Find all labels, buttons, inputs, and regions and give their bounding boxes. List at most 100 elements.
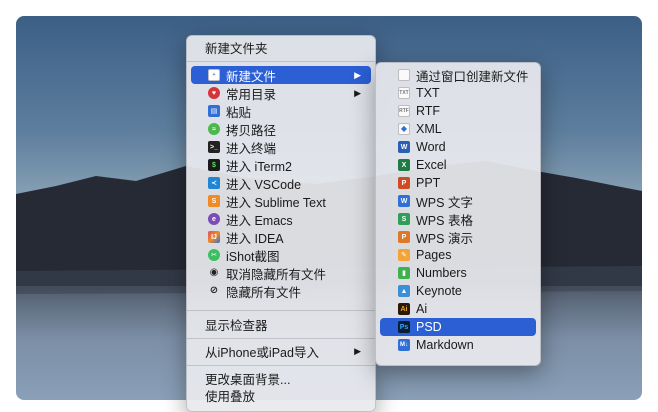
menu-item-new-folder[interactable]: 新建文件夹 (191, 38, 371, 56)
menu-item-unhide-files[interactable]: ◉ 取消隐藏所有文件 (191, 264, 371, 282)
menu-item-label: 隐藏所有文件 (226, 285, 302, 300)
menu-item-label: 进入 iTerm2 (226, 159, 292, 174)
submenu-item-label: Pages (416, 248, 452, 262)
heart-icon: ♥ (208, 87, 220, 99)
submenu-item-label: PPT (416, 176, 441, 190)
submenu-item-psd[interactable]: Ps PSD (380, 318, 536, 336)
submenu-item-label: Ai (416, 302, 428, 316)
submenu-item-ai[interactable]: Ai Ai (380, 300, 536, 318)
vscode-icon: ≺ (208, 177, 220, 189)
menu-item-label: 拷贝路径 (226, 123, 277, 138)
menu-item-change-wallpaper[interactable]: 更改桌面背景... (191, 369, 371, 387)
menu-item-copy-path[interactable]: ≈ 拷贝路径 (191, 120, 371, 138)
menu-item-sublime[interactable]: S 进入 Sublime Text (191, 192, 371, 210)
submenu-item-wps-sheet[interactable]: S WPS 表格 (380, 210, 536, 228)
wps-present-icon: P (398, 231, 410, 243)
new-file-submenu: 通过窗口创建新文件 TXT TXT RTF RTF ◆ XML W Word X… (375, 62, 541, 366)
submenu-item-new-via-window[interactable]: 通过窗口创建新文件 (380, 66, 536, 84)
menu-item-favorites[interactable]: ♥ 常用目录 ▶ (191, 84, 371, 102)
pages-icon: ✎ (398, 249, 410, 261)
paste-icon: ▤ (208, 105, 220, 117)
menu-item-label: 常用目录 (226, 87, 277, 102)
keynote-icon: ▲ (398, 285, 410, 297)
eye-slash-icon: ⊘ (209, 285, 219, 296)
submenu-item-txt[interactable]: TXT TXT (380, 84, 536, 102)
submenu-item-excel[interactable]: X Excel (380, 156, 536, 174)
chevron-right-icon: ▶ (354, 87, 361, 98)
submenu-item-word[interactable]: W Word (380, 138, 536, 156)
menu-item-label: 进入 Emacs (226, 213, 293, 228)
menu-item-hide-files[interactable]: ⊘ 隐藏所有文件 (191, 282, 371, 300)
excel-icon: X (398, 159, 410, 171)
submenu-item-label: Numbers (416, 266, 467, 280)
emacs-icon: e (208, 213, 220, 225)
idea-icon: IJ (208, 231, 220, 243)
menu-item-label: 新建文件 (226, 69, 277, 84)
blank-doc-icon (398, 69, 410, 81)
menu-item-terminal[interactable]: >_ 进入终端 (191, 138, 371, 156)
word-icon: W (398, 141, 410, 153)
submenu-item-markdown[interactable]: M↓ Markdown (380, 336, 536, 354)
context-menu: 新建文件夹 + 新建文件 ▶ ♥ 常用目录 ▶ ▤ 粘贴 ≈ 拷贝路径 >_ 进… (186, 35, 376, 412)
submenu-item-label: Excel (416, 158, 447, 172)
sublime-icon: S (208, 195, 220, 207)
menu-item-idea[interactable]: IJ 进入 IDEA (191, 228, 371, 246)
new-file-icon: + (208, 69, 220, 81)
menu-separator (187, 338, 375, 339)
xml-doc-icon: ◆ (398, 123, 410, 135)
submenu-item-numbers[interactable]: ▮ Numbers (380, 264, 536, 282)
menu-item-label: 进入 Sublime Text (226, 195, 326, 210)
submenu-item-label: RTF (416, 104, 441, 118)
menu-item-emacs[interactable]: e 进入 Emacs (191, 210, 371, 228)
submenu-item-label: Markdown (416, 338, 474, 352)
menu-separator (187, 61, 375, 62)
menu-item-vscode[interactable]: ≺ 进入 VSCode (191, 174, 371, 192)
ishot-icon: ✂ (208, 249, 220, 261)
menu-item-ishot[interactable]: ✂ iShot截图 (191, 246, 371, 264)
menu-item-label: 显示检查器 (205, 318, 268, 333)
submenu-item-ppt[interactable]: P PPT (380, 174, 536, 192)
menu-item-label: 进入 IDEA (226, 231, 284, 246)
wps-writer-icon: W (398, 195, 410, 207)
submenu-item-label: XML (416, 122, 442, 136)
ppt-icon: P (398, 177, 410, 189)
chevron-right-icon: ▶ (354, 345, 361, 356)
submenu-item-label: PSD (416, 320, 442, 334)
menu-item-iterm2[interactable]: $ 进入 iTerm2 (191, 156, 371, 174)
menu-item-use-stacks[interactable]: 使用叠放 (191, 386, 371, 404)
menu-item-label: 使用叠放 (205, 389, 256, 404)
rtf-doc-icon: RTF (398, 105, 410, 117)
menu-item-label: 取消隐藏所有文件 (226, 267, 327, 282)
submenu-item-xml[interactable]: ◆ XML (380, 120, 536, 138)
submenu-item-label: WPS 演示 (416, 231, 473, 246)
submenu-item-pages[interactable]: ✎ Pages (380, 246, 536, 264)
submenu-item-label: WPS 文字 (416, 195, 473, 210)
menu-item-label: 新建文件夹 (205, 41, 268, 56)
menu-item-label: 粘贴 (226, 105, 252, 120)
submenu-item-rtf[interactable]: RTF RTF (380, 102, 536, 120)
wps-sheet-icon: S (398, 213, 410, 225)
photoshop-icon: Ps (398, 321, 410, 333)
submenu-item-wps-present[interactable]: P WPS 演示 (380, 228, 536, 246)
menu-item-paste[interactable]: ▤ 粘贴 (191, 102, 371, 120)
iterm2-icon: $ (208, 159, 220, 171)
submenu-item-label: Word (416, 140, 446, 154)
eye-icon: ◉ (209, 267, 219, 278)
submenu-item-label: TXT (416, 86, 440, 100)
menu-item-label: 从iPhone或iPad导入 (205, 345, 319, 360)
illustrator-icon: Ai (398, 303, 410, 315)
menu-separator (187, 365, 375, 366)
chevron-right-icon: ▶ (354, 69, 361, 80)
submenu-item-wps-writer[interactable]: W WPS 文字 (380, 192, 536, 210)
menu-item-label: 进入 VSCode (226, 177, 302, 192)
menu-item-show-inspector[interactable]: 显示检查器 (191, 315, 371, 333)
menu-item-new-file[interactable]: + 新建文件 ▶ (191, 66, 371, 84)
submenu-item-keynote[interactable]: ▲ Keynote (380, 282, 536, 300)
menu-item-label: 进入终端 (226, 141, 277, 156)
submenu-item-label: 通过窗口创建新文件 (416, 69, 529, 84)
submenu-item-label: Keynote (416, 284, 462, 298)
menu-item-import-from-iphone[interactable]: 从iPhone或iPad导入 ▶ (191, 342, 371, 360)
menu-separator (187, 310, 375, 311)
submenu-item-label: WPS 表格 (416, 213, 473, 228)
menu-item-label: iShot截图 (226, 249, 280, 264)
